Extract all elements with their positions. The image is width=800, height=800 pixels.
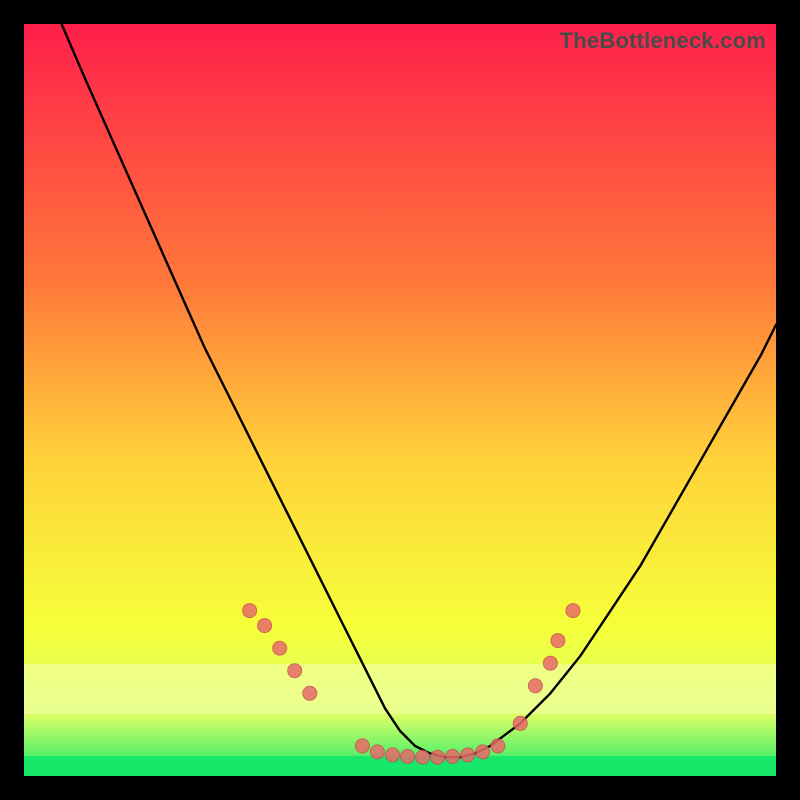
- curve-marker: [243, 604, 257, 618]
- gradient-background: [24, 24, 776, 776]
- curve-marker: [461, 748, 475, 762]
- curve-marker: [566, 604, 580, 618]
- highlight-band: [24, 664, 776, 714]
- curve-marker: [551, 634, 565, 648]
- curve-marker: [401, 749, 415, 763]
- curve-marker: [476, 745, 490, 759]
- curve-marker: [491, 739, 505, 753]
- curve-marker: [273, 641, 287, 655]
- watermark-text: TheBottleneck.com: [560, 28, 766, 54]
- curve-marker: [288, 664, 302, 678]
- curve-marker: [431, 750, 445, 764]
- curve-marker: [303, 686, 317, 700]
- curve-marker: [416, 750, 430, 764]
- bottleneck-chart: [24, 24, 776, 776]
- curve-marker: [528, 679, 542, 693]
- curve-marker: [258, 619, 272, 633]
- curve-marker: [513, 716, 527, 730]
- curve-marker: [543, 656, 557, 670]
- curve-marker: [386, 748, 400, 762]
- curve-marker: [355, 739, 369, 753]
- chart-frame: TheBottleneck.com: [24, 24, 776, 776]
- green-base-strip: [24, 756, 776, 776]
- curve-marker: [370, 745, 384, 759]
- curve-marker: [446, 749, 460, 763]
